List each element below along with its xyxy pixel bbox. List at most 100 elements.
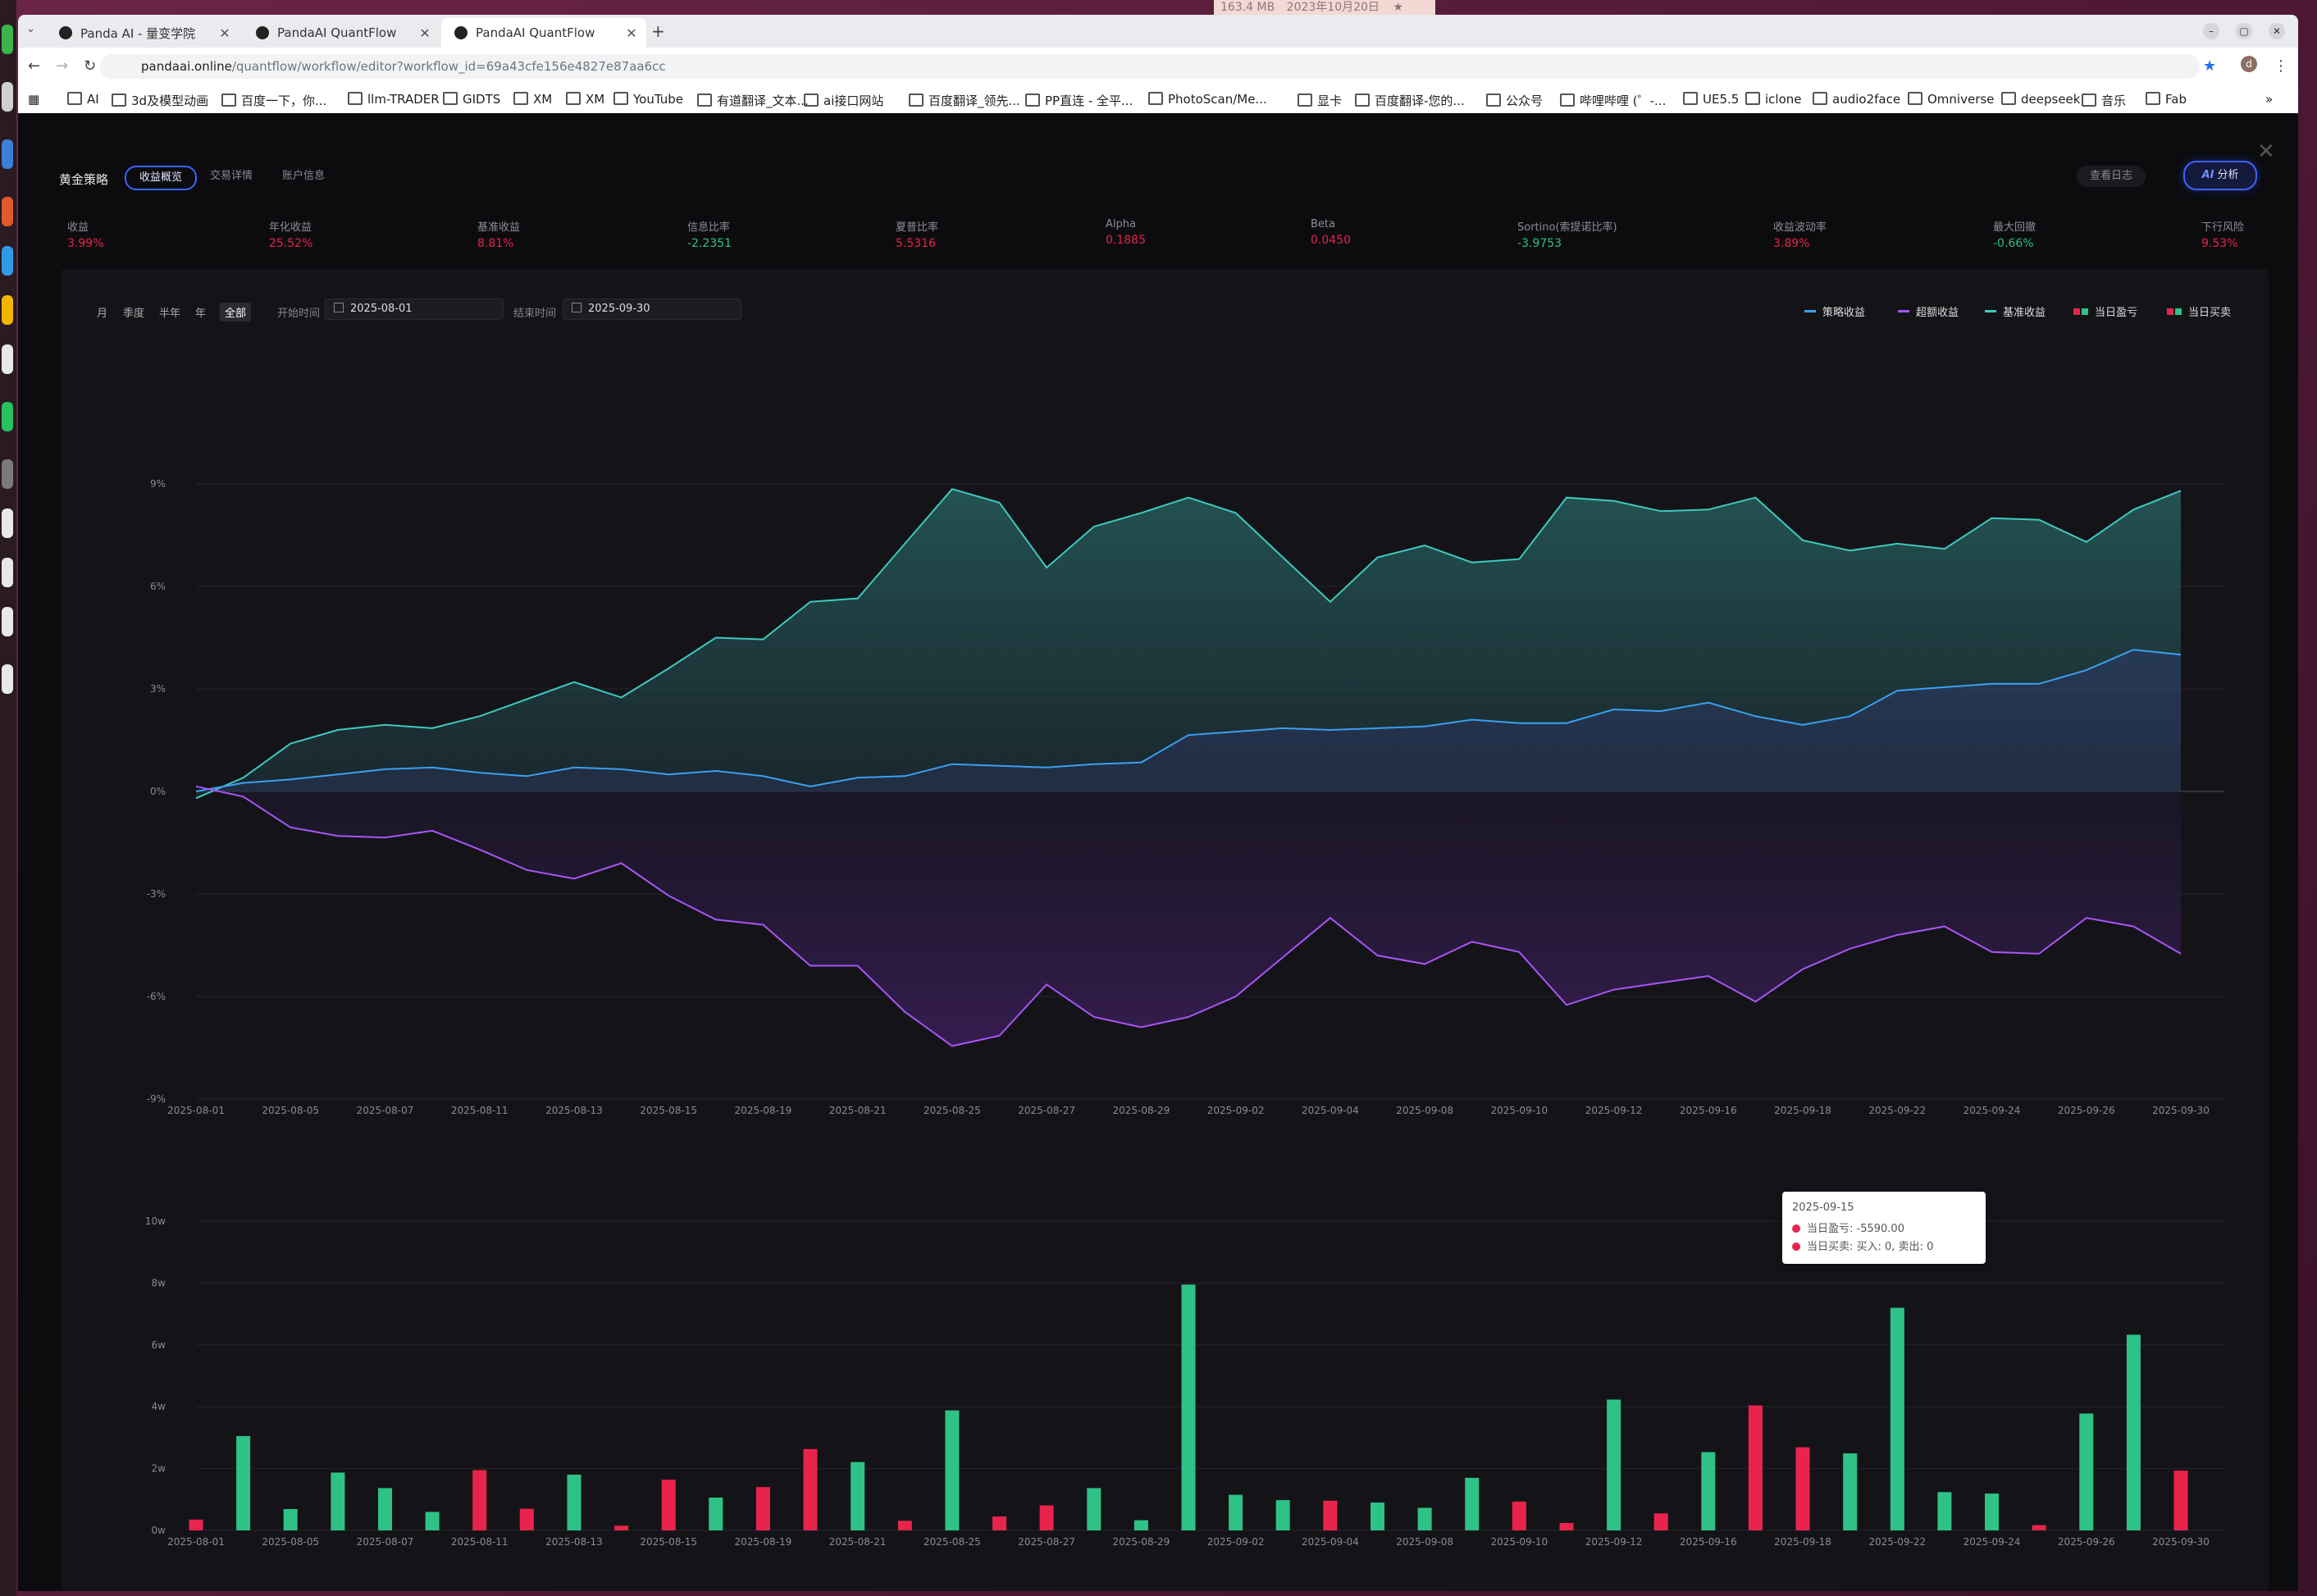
- y-tick-label: 9%: [150, 478, 166, 490]
- bookmark-item[interactable]: audio2face: [1813, 92, 1900, 107]
- x-tick-label: 2025-08-11: [451, 1105, 509, 1116]
- bookmark-item[interactable]: iclone: [1745, 92, 1802, 107]
- metric: 夏普比率 5.5316: [896, 218, 938, 250]
- bookmark-item[interactable]: UE5.5: [1683, 92, 1739, 107]
- tooltip-date: 2025-09-15: [1792, 1202, 1854, 1214]
- x-tick-label: 2025-08-21: [829, 1536, 887, 1548]
- address-bar: ← → ↻ pandaai.online/quantflow/workflow/…: [18, 48, 2298, 85]
- y-tick-label: 6%: [150, 581, 166, 592]
- bookmark-item[interactable]: 有道翻译_文本...: [697, 92, 809, 109]
- bookmark-item[interactable]: 3d及模型动画: [112, 92, 208, 109]
- bookmark-label: UE5.5: [1703, 92, 1740, 107]
- tab-close-icon[interactable]: ✕: [623, 25, 640, 41]
- pnl-bar: [1985, 1493, 1999, 1530]
- bookmark-item[interactable]: YouTube: [613, 92, 683, 107]
- tab-search-icon[interactable]: ⌄: [26, 23, 35, 35]
- folder-icon: [1813, 92, 1827, 105]
- bookmark-item[interactable]: Fab: [2146, 92, 2187, 107]
- dock-app-icon[interactable]: [2, 508, 13, 538]
- tab-trade-details[interactable]: 交易详情: [197, 166, 266, 187]
- close-panel-icon[interactable]: ✕: [2257, 139, 2275, 164]
- pnl-bar: [1371, 1503, 1384, 1530]
- pnl-bar: [897, 1521, 912, 1530]
- view-log-button[interactable]: 查看日志: [2077, 166, 2146, 187]
- bookmark-item[interactable]: ai接口网站: [804, 92, 883, 109]
- tab-panda-ai[interactable]: Panda AI - 量变学院 ✕: [46, 18, 239, 48]
- dock-app-icon[interactable]: [2, 25, 13, 54]
- x-tick-label: 2025-09-18: [1774, 1536, 1831, 1548]
- bookmark-item[interactable]: PP直连 - 全平...: [1025, 92, 1133, 109]
- y-tick-label: 0%: [150, 786, 166, 797]
- quantflow-app: 黄金策略 收益概览 交易详情 账户信息 查看日志 AI 分析 ✕ 收益 3.99% 年…: [18, 113, 2298, 1591]
- pnl-bar: [1087, 1488, 1101, 1530]
- tab-close-icon[interactable]: ✕: [417, 25, 433, 41]
- pnl-bar: [1417, 1507, 1432, 1530]
- pnl-bar: [1512, 1501, 1526, 1530]
- metric: Beta 0.0450: [1311, 218, 1351, 247]
- bookmark-item[interactable]: Omniverse: [1908, 92, 1994, 107]
- bookmark-item[interactable]: 显卡: [1298, 92, 1342, 109]
- dock-app-icon[interactable]: [2, 246, 13, 276]
- bookmark-item[interactable]: GIDTS: [443, 92, 500, 107]
- y-tick-label: 2w: [152, 1463, 166, 1475]
- bookmark-item[interactable]: 百度翻译-您的...: [1355, 92, 1465, 109]
- dock-app-icon[interactable]: [2, 558, 13, 587]
- dock-app-icon[interactable]: [2, 664, 13, 694]
- x-tick-label: 2025-09-10: [1490, 1105, 1548, 1116]
- folder-icon: [2001, 92, 2016, 105]
- folder-icon: [1355, 93, 1370, 107]
- tab-return-overview[interactable]: 收益概览: [125, 166, 197, 190]
- maximize-icon[interactable]: ▢: [2236, 23, 2252, 39]
- more-bookmarks-icon[interactable]: »: [2265, 92, 2273, 107]
- tab-quantflow-2[interactable]: PandaAI QuantFlow ✕: [441, 18, 646, 48]
- bookmark-item[interactable]: deepseek: [2001, 92, 2080, 107]
- close-window-icon[interactable]: ✕: [2269, 23, 2285, 39]
- bookmark-item[interactable]: 百度翻译_领先...: [909, 92, 1020, 109]
- forward-icon[interactable]: →: [56, 57, 68, 75]
- pnl-bar: [709, 1498, 723, 1530]
- pnl-bar: [2126, 1334, 2141, 1530]
- bookmark-item[interactable]: AI: [67, 92, 99, 107]
- pnl-bar: [2173, 1471, 2188, 1530]
- dock-app-icon[interactable]: [2, 295, 13, 325]
- bookmark-item[interactable]: 公众号: [1486, 92, 1543, 109]
- bookmark-item[interactable]: PhotoScan/Me...: [1148, 92, 1267, 107]
- x-tick-label: 2025-09-22: [1868, 1105, 1926, 1116]
- url-domain: pandaai.online: [141, 59, 232, 74]
- dock-app-icon[interactable]: [2, 607, 13, 636]
- pnl-bar: [1465, 1477, 1480, 1530]
- bookmark-item[interactable]: 音乐: [2082, 92, 2126, 109]
- bookmark-item[interactable]: XM: [566, 92, 604, 107]
- url-field[interactable]: pandaai.online/quantflow/workflow/editor…: [100, 54, 2200, 79]
- profile-avatar[interactable]: d: [2241, 56, 2257, 72]
- menu-icon[interactable]: ⋮: [2274, 57, 2288, 75]
- star-icon[interactable]: ★: [1393, 1, 1403, 14]
- pnl-bar: [1701, 1452, 1716, 1530]
- bookmark-star-icon[interactable]: ★: [2203, 57, 2216, 75]
- new-tab-icon[interactable]: +: [651, 21, 665, 41]
- dock-app-icon[interactable]: [2, 197, 13, 226]
- back-icon[interactable]: ←: [28, 57, 40, 75]
- bookmark-item[interactable]: 哔哩哔哩 (゜-...: [1560, 92, 1666, 109]
- dock-app-icon[interactable]: [2, 402, 13, 431]
- bookmark-label: Fab: [2165, 92, 2187, 107]
- returns-chart[interactable]: 9%6%3%0%-3%-6%-9%2025-08-01 2025-08-05 202…: [61, 269, 2269, 1591]
- apps-grid-icon[interactable]: ▦: [28, 92, 39, 107]
- bookmark-item[interactable]: llm-TRADER: [348, 92, 440, 107]
- dock-app-icon[interactable]: [2, 139, 13, 169]
- tab-strip: ⌄ Panda AI - 量变学院 ✕ PandaAI QuantFlow ✕ …: [18, 15, 2298, 48]
- bookmark-item[interactable]: XM: [513, 92, 552, 107]
- ai-analysis-button[interactable]: AI 分析: [2183, 161, 2257, 190]
- dock-app-icon[interactable]: [2, 82, 13, 112]
- dock-app-icon[interactable]: [2, 459, 13, 489]
- minimize-icon[interactable]: –: [2203, 23, 2219, 39]
- reload-icon[interactable]: ↻: [84, 57, 96, 75]
- metric-label: Alpha: [1106, 218, 1136, 230]
- bookmark-label: llm-TRADER: [367, 92, 440, 107]
- bookmark-item[interactable]: 百度一下，你...: [221, 92, 326, 109]
- bookmark-label: Omniverse: [1927, 92, 1995, 107]
- tab-account-info[interactable]: 账户信息: [269, 166, 338, 187]
- tab-quantflow-1[interactable]: PandaAI QuantFlow ✕: [243, 18, 440, 48]
- tab-close-icon[interactable]: ✕: [217, 25, 233, 41]
- dock-app-icon[interactable]: [2, 344, 13, 374]
